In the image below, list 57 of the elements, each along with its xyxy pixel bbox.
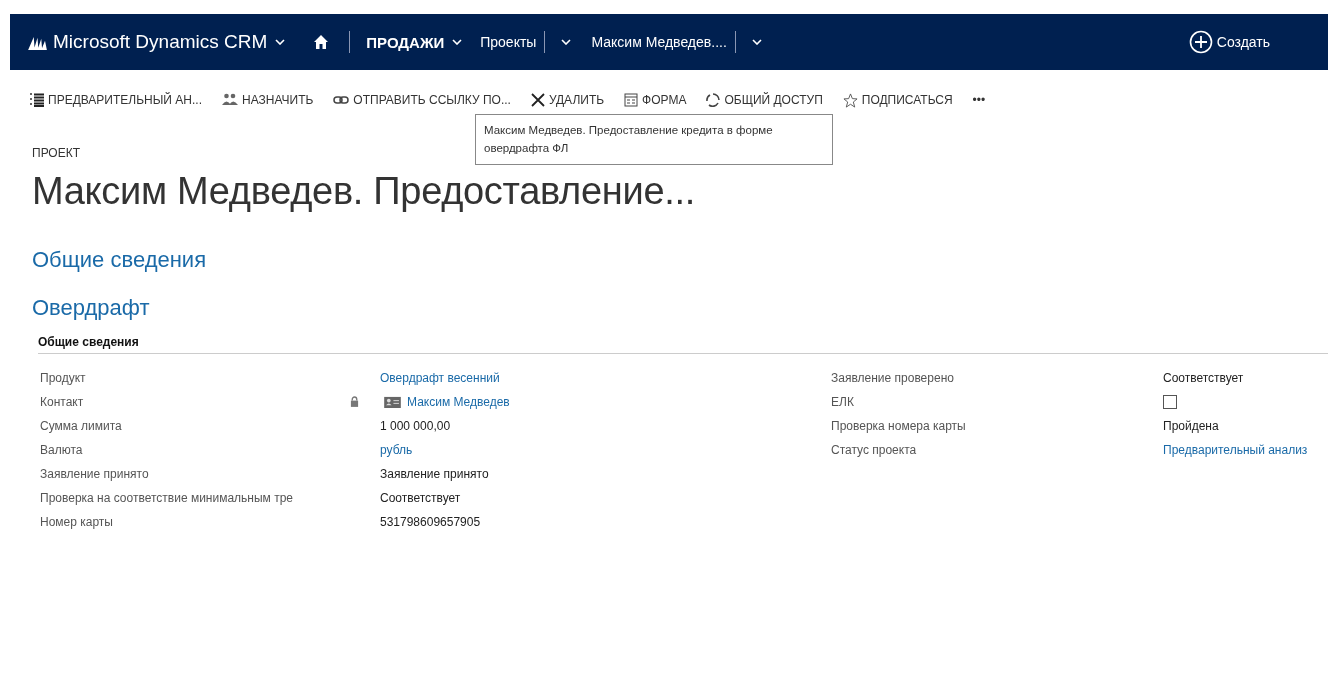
field-value: 1 000 000,00	[380, 419, 451, 433]
command-button[interactable]: НАЗНАЧИТЬ	[222, 93, 314, 107]
field-label: Сумма лимита	[40, 419, 123, 433]
lookup-link[interactable]: Овердрафт весенний	[380, 371, 500, 385]
contact-card-icon	[384, 396, 401, 408]
command-button[interactable]: ФОРМА	[624, 93, 687, 107]
section-link[interactable]: Овердрафт	[32, 295, 1328, 321]
plus-circle-icon[interactable]	[1188, 30, 1213, 54]
entity-menu[interactable]: Проекты	[480, 34, 537, 50]
tooltip: Максим Медведев. Предоставление кредита в форме овердрафта ФЛ	[475, 114, 833, 165]
more-button[interactable]: •••	[972, 93, 986, 107]
field-value: Пройдена	[1163, 419, 1219, 433]
field-value: Соответствует	[380, 491, 461, 505]
star-icon	[842, 92, 858, 108]
home-icon[interactable]	[313, 34, 330, 50]
record-menu[interactable]: Максим Медведев....	[591, 34, 727, 50]
close-icon	[530, 93, 545, 107]
field-label: Заявление принято	[40, 467, 150, 481]
field-label: Статус проекта	[831, 443, 918, 457]
command-button[interactable]: ОТПРАВИТЬ ССЫЛКУ ПО...	[333, 93, 511, 107]
chevron-down-icon[interactable]	[751, 39, 762, 45]
record-title: Максим Медведев. Предоставление...	[32, 170, 696, 213]
field-label: Продукт	[40, 371, 87, 385]
create-button[interactable]: Создать	[1216, 34, 1270, 50]
field-value: Заявление принято	[380, 467, 489, 481]
lock-icon	[350, 396, 359, 407]
field-label: ЕЛК	[831, 395, 855, 409]
lookup-link[interactable]: рубль	[380, 443, 413, 457]
contact-link[interactable]: Максим Медведев	[407, 395, 510, 409]
lookup-link[interactable]: Предварительный анализ	[1163, 443, 1308, 457]
link-icon	[333, 96, 350, 104]
numbered-list-icon	[30, 93, 44, 107]
field-label: Проверка на соответствие минимальным тре	[40, 491, 295, 505]
field-value: 531798609657905	[380, 515, 481, 529]
section-heading: Общие сведения	[38, 335, 1328, 354]
checkbox[interactable]	[1163, 395, 1177, 409]
entity-label: ПРОЕКТ	[32, 146, 81, 160]
command-button[interactable]: УДАЛИТЬ	[530, 93, 605, 107]
command-button[interactable]: ПРЕДВАРИТЕЛЬНЫЙ АН...	[30, 93, 202, 107]
people-icon	[222, 93, 238, 107]
field-value: Соответствует	[1163, 371, 1244, 385]
field-label: Номер карты	[40, 515, 114, 529]
field-label: Контакт	[40, 395, 85, 409]
logo-icon	[28, 34, 47, 50]
field-label: Заявление проверено	[831, 371, 955, 385]
command-button[interactable]: ПОДПИСАТЬСЯ	[842, 92, 953, 108]
app-title[interactable]: Microsoft Dynamics CRM	[53, 31, 268, 53]
section-link[interactable]: Общие сведения	[32, 247, 1328, 273]
field-label: Проверка номера карты	[831, 419, 967, 433]
sync-icon	[706, 93, 721, 107]
chevron-down-icon[interactable]	[275, 39, 286, 45]
area-menu[interactable]: ПРОДАЖИ	[366, 33, 445, 51]
chevron-down-icon[interactable]	[561, 39, 572, 45]
command-button[interactable]: ОБЩИЙ ДОСТУП	[706, 93, 823, 107]
form-icon	[624, 93, 639, 107]
field-label: Валюта	[40, 443, 84, 457]
chevron-down-icon[interactable]	[452, 39, 463, 45]
